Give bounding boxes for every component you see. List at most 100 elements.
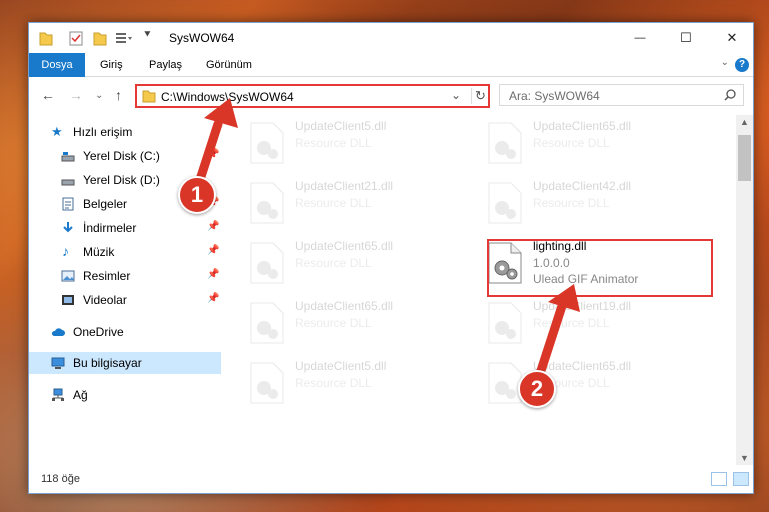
nav-item-drive-c[interactable]: Yerel Disk (C:) 📌 <box>29 145 221 167</box>
forward-button[interactable]: → <box>69 87 83 103</box>
pin-icon: 📌 <box>207 245 220 256</box>
address-dropdown-icon[interactable]: ⌄ <box>451 88 461 102</box>
nav-item-this-pc[interactable]: Bu bilgisayar <box>29 352 221 374</box>
dll-file-icon <box>250 182 284 224</box>
scroll-up-icon[interactable]: ▲ <box>740 117 749 127</box>
tab-home[interactable]: Giriş <box>87 53 136 77</box>
file-item[interactable]: UpdateClient65.dll Resource DLL <box>469 355 699 411</box>
file-item[interactable]: UpdateClient65.dll Resource DLL <box>231 235 461 291</box>
file-name: UpdateClient19.dll <box>533 299 632 313</box>
nav-label: Ağ <box>73 388 88 402</box>
dll-file-icon <box>488 182 522 224</box>
drive-icon <box>61 179 75 186</box>
document-icon <box>62 197 74 211</box>
file-name: UpdateClient65.dll <box>295 239 394 253</box>
search-box[interactable]: Ara: SysWOW64 <box>499 84 744 106</box>
nav-label: Belgeler <box>83 197 128 211</box>
nav-label: Müzik <box>83 245 115 259</box>
video-icon <box>62 295 74 305</box>
search-input[interactable]: Ara: SysWOW64 <box>509 89 600 103</box>
close-icon: ✕ <box>726 30 738 45</box>
title-bar: ⯆ SysWOW64 — ☐ ✕ <box>29 23 753 53</box>
nav-item-videos[interactable]: Videolar 📌 <box>29 289 221 311</box>
help-button[interactable]: ? <box>735 58 749 72</box>
tab-share[interactable]: Paylaş <box>136 53 195 77</box>
file-name: UpdateClient5.dll <box>295 119 387 133</box>
nav-label: İndirmeler <box>83 221 137 235</box>
nav-item-onedrive[interactable]: OneDrive <box>29 321 221 343</box>
nav-item-pictures[interactable]: Resimler 📌 <box>29 265 221 287</box>
navigation-pane: ★ Hızlı erişim Yerel Disk (C:) 📌 Yerel D… <box>29 115 224 465</box>
refresh-icon[interactable]: ↻ <box>471 88 486 104</box>
nav-label: Bu bilgisayar <box>73 356 142 370</box>
scroll-down-icon[interactable]: ▼ <box>740 453 749 463</box>
dll-file-icon <box>250 242 284 284</box>
nav-label: Videolar <box>83 293 127 307</box>
tab-view[interactable]: Görünüm <box>193 53 265 77</box>
maximize-icon: ☐ <box>680 30 692 45</box>
item-count: 118 öğe <box>41 473 80 485</box>
ribbon-tabs: Dosya Giriş Paylaş Görünüm ⌄ ? <box>29 53 753 77</box>
maximize-button[interactable]: ☐ <box>663 23 709 53</box>
customize-toolbar-icon[interactable] <box>115 30 133 46</box>
properties-icon[interactable] <box>69 30 83 46</box>
dll-file-icon <box>250 302 284 344</box>
file-name: UpdateClient5.dll <box>295 359 387 373</box>
file-type: Resource DLL <box>533 136 610 150</box>
file-type: Resource DLL <box>295 136 372 150</box>
qa-dropdown-icon[interactable]: ⯆ <box>143 29 152 42</box>
minimize-button[interactable]: — <box>617 23 663 53</box>
vertical-scrollbar[interactable]: ▲ ▼ <box>736 115 753 465</box>
status-bar: 118 öğe <box>29 467 753 493</box>
picture-icon <box>61 270 75 282</box>
file-name: UpdateClient65.dll <box>533 119 632 133</box>
large-icons-view-button[interactable] <box>733 472 749 486</box>
nav-label: Hızlı erişim <box>73 125 133 139</box>
search-icon <box>724 89 736 101</box>
star-icon: ★ <box>51 124 63 139</box>
nav-item-downloads[interactable]: İndirmeler 📌 <box>29 217 221 239</box>
pin-icon: 📌 <box>207 149 220 160</box>
recent-locations-icon[interactable]: ⌄ <box>95 90 103 101</box>
file-item[interactable]: UpdateClient5.dll Resource DLL <box>231 115 461 171</box>
file-type: Resource DLL <box>533 196 610 210</box>
nav-label: Yerel Disk (C:) <box>83 149 160 163</box>
file-name: UpdateClient65.dll <box>533 359 632 373</box>
address-bar[interactable]: C:\Windows\SysWOW64 ⌄ ↻ <box>135 84 490 108</box>
dll-file-icon <box>488 122 522 164</box>
file-type: Resource DLL <box>295 316 372 330</box>
download-icon <box>63 222 73 233</box>
pin-icon: 📌 <box>207 293 220 304</box>
nav-label: Yerel Disk (D:) <box>83 173 160 187</box>
computer-icon <box>51 357 65 369</box>
expand-ribbon-icon[interactable]: ⌄ <box>721 57 729 68</box>
network-icon <box>52 388 64 401</box>
explorer-window: ⯆ SysWOW64 — ☐ ✕ Dosya Giriş Paylaş Görü… <box>28 22 754 494</box>
address-row: ← → ⌄ ↑ C:\Windows\SysWOW64 ⌄ ↻ Ara: Sys… <box>29 78 753 112</box>
file-type: Resource DLL <box>295 196 372 210</box>
tab-file[interactable]: Dosya <box>29 53 85 77</box>
scroll-thumb[interactable] <box>738 135 751 181</box>
file-item[interactable]: UpdateClient21.dll Resource DLL <box>231 175 461 231</box>
drive-icon <box>61 152 75 162</box>
file-item[interactable]: UpdateClient19.dll Resource DLL <box>469 295 699 351</box>
nav-item-network[interactable]: Ağ <box>29 384 221 406</box>
file-item[interactable]: UpdateClient42.dll Resource DLL <box>469 175 699 231</box>
file-item[interactable]: UpdateClient65.dll Resource DLL <box>469 115 699 171</box>
nav-item-music[interactable]: ♪ Müzik 📌 <box>29 241 221 263</box>
file-type: Resource DLL <box>533 316 610 330</box>
back-button[interactable]: ← <box>41 87 55 103</box>
file-type: Resource DLL <box>295 376 372 390</box>
step-marker-1: 1 <box>178 176 216 214</box>
details-view-button[interactable] <box>711 472 727 486</box>
file-type: Resource DLL <box>295 256 372 270</box>
file-item[interactable]: UpdateClient65.dll Resource DLL <box>231 295 461 351</box>
pin-icon: 📌 <box>207 269 220 280</box>
nav-item-quick-access[interactable]: ★ Hızlı erişim <box>29 121 221 143</box>
new-folder-icon[interactable] <box>93 30 107 46</box>
up-button[interactable]: ↑ <box>115 87 122 103</box>
close-button[interactable]: ✕ <box>709 23 755 53</box>
file-highlight-box <box>487 239 713 297</box>
folder-icon <box>39 32 53 46</box>
file-item[interactable]: UpdateClient5.dll Resource DLL <box>231 355 461 411</box>
